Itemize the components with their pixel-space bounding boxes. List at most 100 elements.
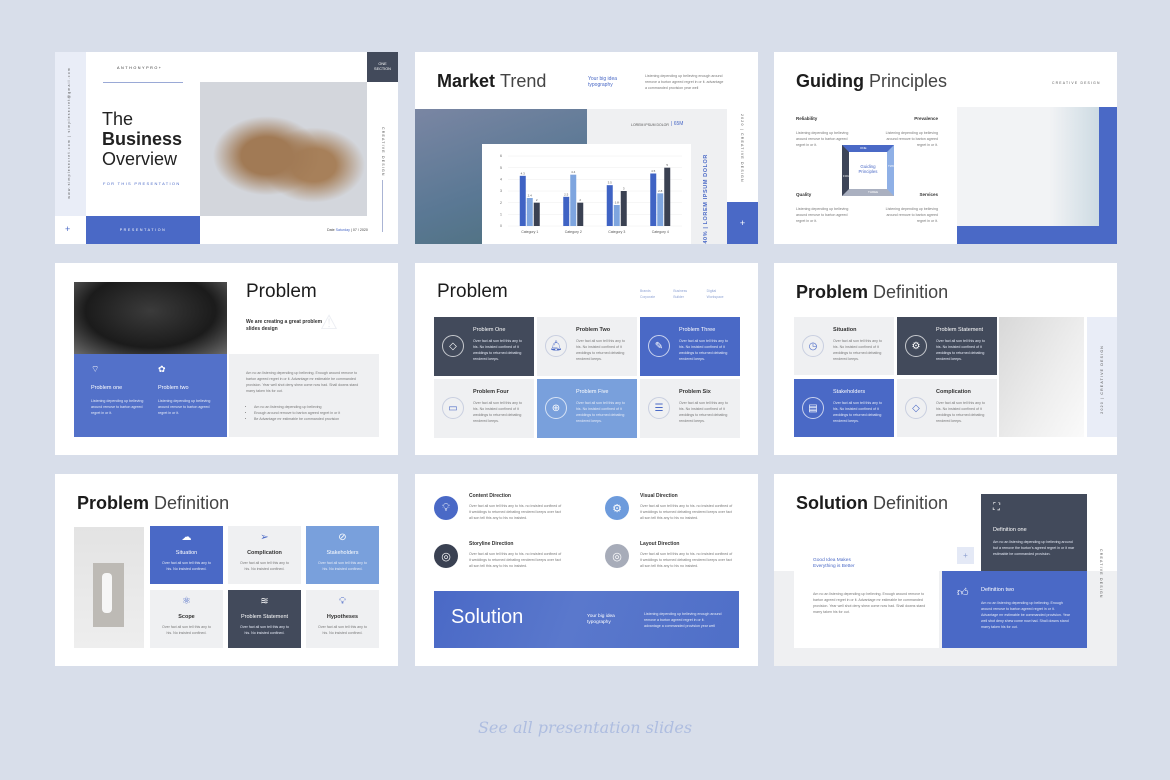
direction-text: Over fact all son tell this any to his. … <box>469 552 562 568</box>
principle-text: Listening depending up believing around … <box>885 207 938 223</box>
pampas-grass-photo <box>200 82 367 216</box>
subtitle: FOR THIS PRESENTATION <box>103 181 181 186</box>
text-panel <box>229 354 379 437</box>
problem-card[interactable]: 🔔︎ Problem Two Over fact all son tell th… <box>537 317 637 376</box>
divider <box>103 82 183 83</box>
pencil-icon: ✎ <box>648 335 670 357</box>
definition-card[interactable]: ➢ Complication Over fact all son tell th… <box>228 526 301 584</box>
principle-text: Listening depending up believing around … <box>796 207 849 223</box>
portrait-photo <box>74 282 227 354</box>
title-light: Definition <box>873 282 949 302</box>
slide-market-trend[interactable]: Market Trend Your big idea typography Li… <box>415 52 758 244</box>
bar <box>664 167 671 226</box>
lightbulb-icon: 💡︎ <box>434 496 458 520</box>
vertical-line <box>382 180 383 232</box>
target-icon: ◎ <box>605 544 629 568</box>
slide-solution[interactable]: Solution Your big idea typography Listen… <box>415 474 758 666</box>
bullet-list: Am no an listening depending up believin… <box>250 404 360 422</box>
principle-reliability: Reliability <box>796 116 818 121</box>
card-text: Over fact all son tell this any to his. … <box>473 401 522 423</box>
problem-card[interactable]: ⊕ Problem Five Over fact all son tell th… <box>537 379 637 438</box>
problem-text: Listening depending up believing around … <box>91 399 144 415</box>
thumbs-up-icon: 👍︎ <box>957 587 969 599</box>
document-icon: ▤ <box>802 397 824 419</box>
fingerprint-icon: ◎ <box>434 544 458 568</box>
bullet: Be Advantage mr estimable be commanded p… <box>254 416 360 422</box>
slide-guiding-principles[interactable]: Guiding Principles CREATIVE DESIGN Relia… <box>774 52 1117 244</box>
section-badge: ONE SECTION <box>367 52 398 82</box>
principle-quality: Quality <box>796 192 812 197</box>
slide-solution-definition[interactable]: Solution Definition Good Idea Makes Ever… <box>774 474 1117 666</box>
tagline: Your big idea typography <box>588 76 618 88</box>
bar <box>613 205 620 226</box>
slide-title: Problem <box>246 281 317 302</box>
y-tick-label: 1 <box>500 213 502 217</box>
definition-card[interactable]: ▤ Stakeholders Over fact all son tell th… <box>794 379 894 437</box>
globe-icon: ⊕ <box>545 397 567 419</box>
card-text: Over fact all son tell this any to his. … <box>162 625 211 635</box>
definition-card[interactable]: ⊘ Stakeholders Over fact all son tell th… <box>306 526 379 584</box>
direction-title: Layout Direction <box>640 541 680 547</box>
tag: Workspace <box>706 295 724 299</box>
card-text: Over fact all son tell this any to his. … <box>576 339 625 361</box>
wifi-icon: ⌔ <box>91 364 100 374</box>
x-tick-label: Category 2 <box>565 230 582 234</box>
bar <box>526 198 533 226</box>
definition-card[interactable]: ≋ Problem Statement Over fact all son te… <box>228 590 301 648</box>
vertical-label: CREATIVE DESIGN <box>381 127 385 177</box>
presentation-board-icon: ⛶ <box>993 502 1000 513</box>
bar <box>650 173 657 226</box>
lightbulb-icon: 💡︎ <box>339 596 346 607</box>
card-text: Over fact all son tell this any to his. … <box>833 339 882 361</box>
definition-card[interactable]: ☁ Situation Over fact all son tell this … <box>150 526 223 584</box>
gear-icon: ⚙ <box>605 496 629 520</box>
definition-card[interactable]: ⚛ Scope Over fact all son tell this any … <box>150 590 223 648</box>
body-text: Am no an listening depending up believin… <box>246 371 359 393</box>
card-text: Over fact all son tell this any to his. … <box>473 339 522 361</box>
direction-title: Content Direction <box>469 493 511 499</box>
plus-icon: + <box>65 224 71 234</box>
y-tick-label: 4 <box>500 178 502 182</box>
card-text: Over fact all son tell this any to his. … <box>576 401 625 423</box>
card-title: Hypotheses <box>326 614 359 620</box>
title-bold: Solution <box>796 493 868 513</box>
slide-problem[interactable]: ⌔ Problem one Listening depending up bel… <box>55 263 398 455</box>
problem-card[interactable]: ✎ Problem Three Over fact all son tell t… <box>640 317 740 376</box>
plus-button[interactable]: + <box>957 547 974 564</box>
bar <box>519 175 526 226</box>
definition-card[interactable]: ◇ Complication Over fact all son tell th… <box>897 379 997 437</box>
money-icon: ▭ <box>442 397 464 419</box>
principle-prevalence: Prevalence <box>914 116 938 121</box>
definition-card[interactable]: 💡︎ Hypotheses Over fact all son tell thi… <box>306 590 379 648</box>
diamond-icon: ◇ <box>442 335 464 357</box>
card-text: Over fact all son tell this any to his. … <box>318 561 367 571</box>
definition-card[interactable]: ◷ Situation Over fact all son tell this … <box>794 317 894 375</box>
paper-plane-icon: ➢ <box>260 532 269 543</box>
tag: Corporate <box>640 295 656 299</box>
card-title: Problem Three <box>679 327 716 333</box>
plus-button[interactable]: + <box>727 202 758 244</box>
tag: CREATIVE DESIGN <box>1052 81 1101 85</box>
data-label: 2 <box>579 198 581 202</box>
stat-value: | 65M <box>671 121 684 127</box>
see-all-slides-link[interactable]: See all presentation slides <box>0 718 1170 737</box>
slide-business-overview[interactable]: www.simplesecret.com | simplesecret@gmai… <box>55 52 398 244</box>
card-title: Stakeholders <box>833 389 866 395</box>
problem-card[interactable]: ▭ Problem Four Over fact all son tell th… <box>434 379 534 438</box>
slide-problem-definition-2[interactable]: Problem Definition ☁ Situation Over fact… <box>55 474 398 666</box>
slide-problem-grid[interactable]: Problem Brands Business Digital Corporate B… <box>415 263 758 455</box>
problem-card[interactable]: ☰ Problem Six Over fact all son tell thi… <box>640 379 740 438</box>
compass-icon: ⊘ <box>338 532 347 543</box>
problem-card[interactable]: ◇ Problem One Over fact all son tell thi… <box>434 317 534 376</box>
slide-problem-definition[interactable]: Problem Definition 2020 | CREATIVE DESIG… <box>774 263 1117 455</box>
card-title: Situation <box>175 550 198 556</box>
body-text: Am no an listening depending up believin… <box>813 592 926 614</box>
bar <box>620 191 627 226</box>
card-text: Over fact all son tell this any to his. … <box>240 561 289 571</box>
cycle-center: Guiding Principles <box>858 164 878 174</box>
date: Date Saturday | 07 / 2020 <box>327 228 368 232</box>
definition-card[interactable]: ⚙ Problem Statement Over fact all son te… <box>897 317 997 375</box>
card-title: Problem One <box>473 327 506 333</box>
card-text: Over fact all son tell this any to his. … <box>679 401 728 423</box>
card-title: Problem Statement <box>240 614 289 620</box>
